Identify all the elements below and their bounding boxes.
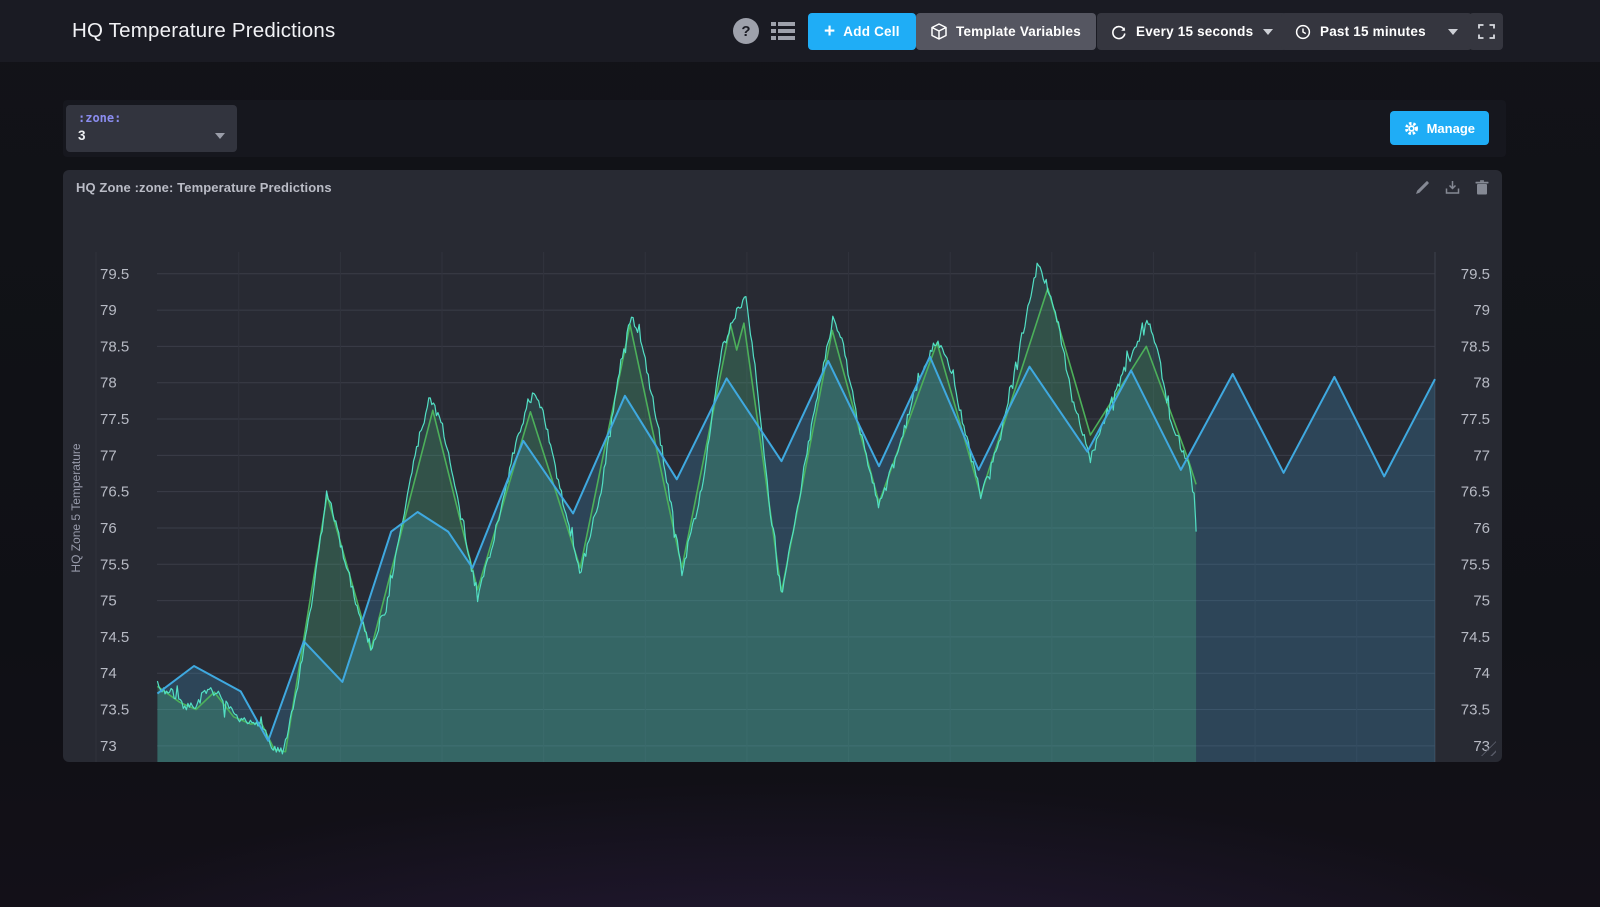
svg-text:74.5: 74.5 <box>100 629 129 646</box>
svg-text:76.5: 76.5 <box>1461 484 1490 501</box>
svg-text:74.5: 74.5 <box>1461 629 1490 646</box>
time-range-label: Past 15 minutes <box>1320 24 1426 39</box>
help-icon: ? <box>741 23 750 40</box>
time-range-dropdown[interactable]: Past 15 minutes <box>1281 13 1472 50</box>
help-button[interactable]: ? <box>733 18 759 44</box>
svg-text:73: 73 <box>100 738 117 755</box>
chevron-down-icon <box>1448 29 1458 35</box>
gear-icon <box>1404 121 1419 136</box>
svg-text:76.5: 76.5 <box>100 484 129 501</box>
svg-text:75: 75 <box>100 593 117 610</box>
template-variables-button[interactable]: Template Variables <box>916 13 1096 50</box>
svg-text:76: 76 <box>1473 520 1490 537</box>
add-cell-label: Add Cell <box>843 24 899 39</box>
trash-icon[interactable] <box>1475 180 1489 195</box>
svg-text:77.5: 77.5 <box>100 411 129 428</box>
cell-title: HQ Zone :zone: Temperature Predictions <box>63 180 332 195</box>
cube-icon <box>931 23 947 40</box>
clock-icon <box>1295 24 1311 40</box>
svg-text:75: 75 <box>1473 593 1490 610</box>
svg-text:79.5: 79.5 <box>1461 266 1490 283</box>
svg-text:HQ Zone 5 Temperature: HQ Zone 5 Temperature <box>69 443 83 573</box>
svg-text:78: 78 <box>100 375 117 392</box>
svg-text:77: 77 <box>100 447 117 464</box>
svg-text:74: 74 <box>100 665 117 682</box>
refresh-interval-label: Every 15 seconds <box>1136 24 1253 39</box>
chevron-down-icon <box>1263 29 1273 35</box>
dashboard-page: HQ Temperature Predictions ? + Add Cell … <box>0 0 1600 907</box>
zone-variable-dropdown[interactable]: :zone: 3 <box>66 105 237 152</box>
svg-text:73.5: 73.5 <box>100 702 129 719</box>
zone-variable-name: :zone: <box>78 111 225 125</box>
svg-text:79.5: 79.5 <box>100 266 129 283</box>
manage-label: Manage <box>1427 121 1475 136</box>
chart-canvas[interactable]: 737373.573.5747474.574.5757575.575.57676… <box>63 205 1502 762</box>
plus-icon: + <box>824 21 835 43</box>
svg-text:77: 77 <box>1473 447 1490 464</box>
svg-text:76: 76 <box>100 520 117 537</box>
refresh-icon <box>1111 24 1127 40</box>
svg-text:73.5: 73.5 <box>1461 702 1490 719</box>
svg-text:74: 74 <box>1473 665 1490 682</box>
page-title: HQ Temperature Predictions <box>72 0 335 62</box>
presentation-mode-button[interactable] <box>1469 13 1503 50</box>
template-variables-label: Template Variables <box>956 24 1081 39</box>
app-header: HQ Temperature Predictions ? + Add Cell … <box>0 0 1600 62</box>
cell-header: HQ Zone :zone: Temperature Predictions <box>63 170 1502 205</box>
download-icon[interactable] <box>1445 180 1460 195</box>
zone-variable-value: 3 <box>78 128 86 143</box>
graph-list-icon[interactable] <box>771 21 795 41</box>
add-cell-button[interactable]: + Add Cell <box>808 13 916 50</box>
template-variables-bar: :zone: 3 Manage <box>63 100 1506 157</box>
temperature-chart[interactable]: 737373.573.5747474.574.5757575.575.57676… <box>63 205 1502 762</box>
svg-text:78: 78 <box>1473 375 1490 392</box>
edit-pencil-icon[interactable] <box>1415 180 1430 195</box>
svg-text:79: 79 <box>1473 302 1490 319</box>
svg-text:75.5: 75.5 <box>100 556 129 573</box>
svg-text:78.5: 78.5 <box>1461 338 1490 355</box>
fullscreen-icon <box>1478 24 1495 39</box>
refresh-interval-dropdown[interactable]: Every 15 seconds <box>1097 13 1287 50</box>
manage-button[interactable]: Manage <box>1390 111 1489 145</box>
chevron-down-icon <box>215 133 225 139</box>
chart-cell: HQ Zone :zone: Temperature Predictions <box>63 170 1502 762</box>
svg-text:79: 79 <box>100 302 117 319</box>
svg-text:75.5: 75.5 <box>1461 556 1490 573</box>
svg-text:78.5: 78.5 <box>100 338 129 355</box>
svg-text:77.5: 77.5 <box>1461 411 1490 428</box>
